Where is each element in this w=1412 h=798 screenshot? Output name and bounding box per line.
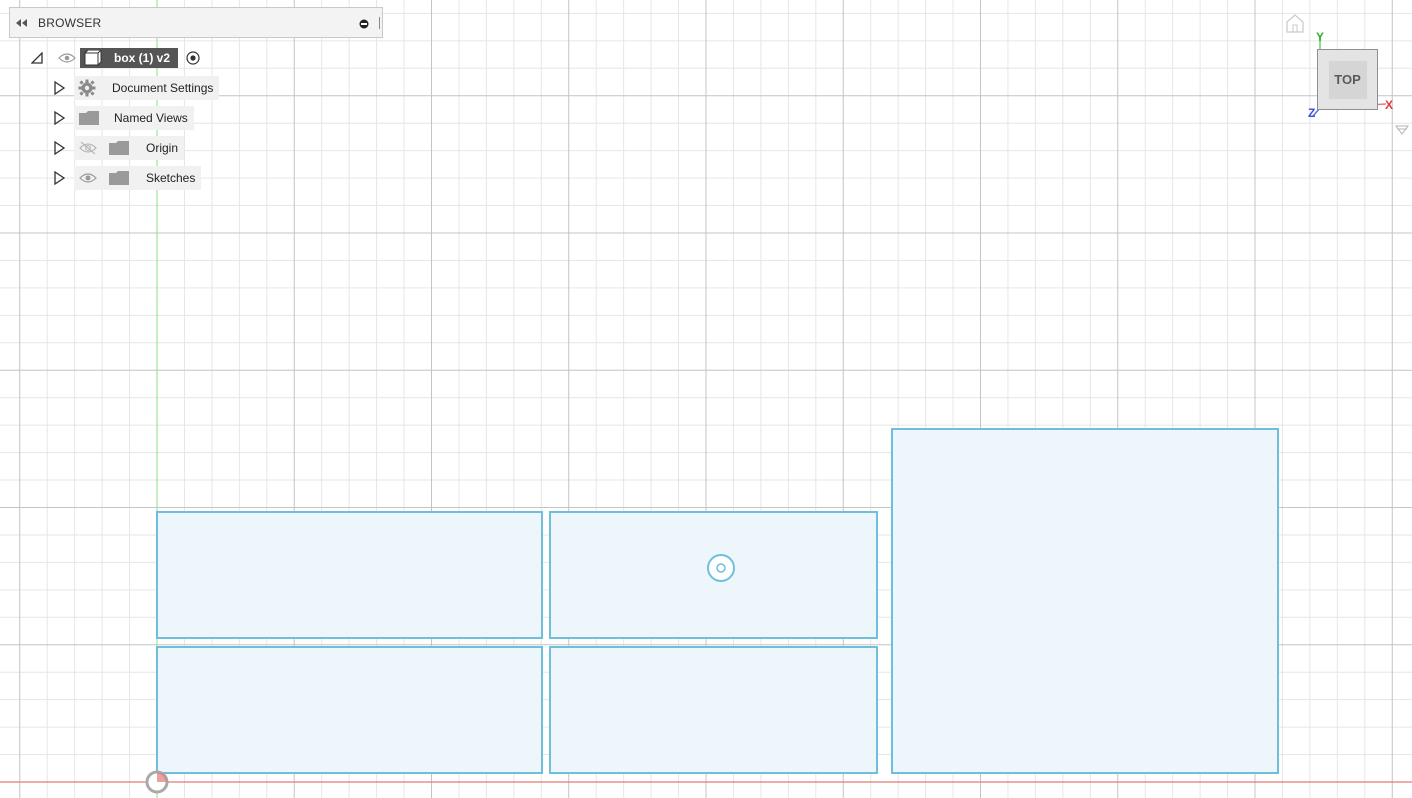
tree-item-origin[interactable]: Origin bbox=[52, 136, 185, 160]
tree-root-row[interactable]: box (1) v2 bbox=[30, 46, 200, 70]
panel-resize-grip[interactable] bbox=[379, 17, 380, 29]
cube-x-label: X bbox=[1385, 98, 1394, 112]
collapse-triangle-icon[interactable] bbox=[30, 51, 44, 65]
tree-item-label: Origin bbox=[146, 141, 179, 155]
tree-item-named-views[interactable]: Named Views bbox=[52, 106, 194, 130]
activate-radio-icon[interactable] bbox=[186, 51, 200, 65]
tree-item-label: Document Settings bbox=[112, 81, 214, 95]
tree-item-document-settings[interactable]: Document Settings bbox=[52, 76, 220, 100]
cube-y-label: Y bbox=[1316, 30, 1325, 44]
expand-triangle-icon[interactable] bbox=[52, 111, 66, 125]
expand-triangle-icon[interactable] bbox=[52, 141, 66, 155]
component-icon bbox=[84, 50, 102, 66]
tree-item-sketches[interactable]: Sketches bbox=[52, 166, 202, 190]
origin-point[interactable] bbox=[145, 770, 169, 794]
tree-root-node[interactable]: box (1) v2 bbox=[80, 48, 179, 68]
eye-icon[interactable] bbox=[58, 52, 76, 64]
tree-item-label: Named Views bbox=[114, 111, 188, 125]
hidden-eye-icon[interactable] bbox=[78, 141, 98, 155]
sketch-profile-3[interactable] bbox=[156, 646, 543, 774]
sketch-center-point[interactable] bbox=[707, 554, 735, 582]
folder-icon bbox=[78, 110, 100, 126]
folder-icon bbox=[108, 140, 130, 156]
sketch-profile-1[interactable] bbox=[156, 511, 543, 639]
cube-z-label: Z bbox=[1308, 106, 1316, 120]
sketch-profile-5[interactable] bbox=[891, 428, 1279, 774]
panel-pin-icon[interactable] bbox=[359, 18, 369, 29]
tree-root-label: box (1) v2 bbox=[114, 51, 171, 65]
design-viewport[interactable] bbox=[0, 0, 1412, 798]
home-icon[interactable] bbox=[1286, 14, 1304, 33]
gear-icon bbox=[78, 79, 96, 97]
sketch-profile-4[interactable] bbox=[549, 646, 878, 774]
tree-item-label: Sketches bbox=[146, 171, 196, 185]
browser-panel-header[interactable]: BROWSER bbox=[9, 7, 383, 38]
expand-triangle-icon[interactable] bbox=[52, 81, 66, 95]
browser-title: BROWSER bbox=[38, 15, 102, 30]
folder-icon bbox=[108, 170, 130, 186]
eye-icon[interactable] bbox=[78, 171, 98, 185]
collapse-panel-icon[interactable] bbox=[16, 17, 28, 29]
expand-triangle-icon[interactable] bbox=[52, 171, 66, 185]
view-cube[interactable]: TOP bbox=[1317, 49, 1378, 110]
view-cube-top-face[interactable]: TOP bbox=[1328, 60, 1367, 99]
viewcube-options-icon[interactable] bbox=[1395, 125, 1409, 135]
